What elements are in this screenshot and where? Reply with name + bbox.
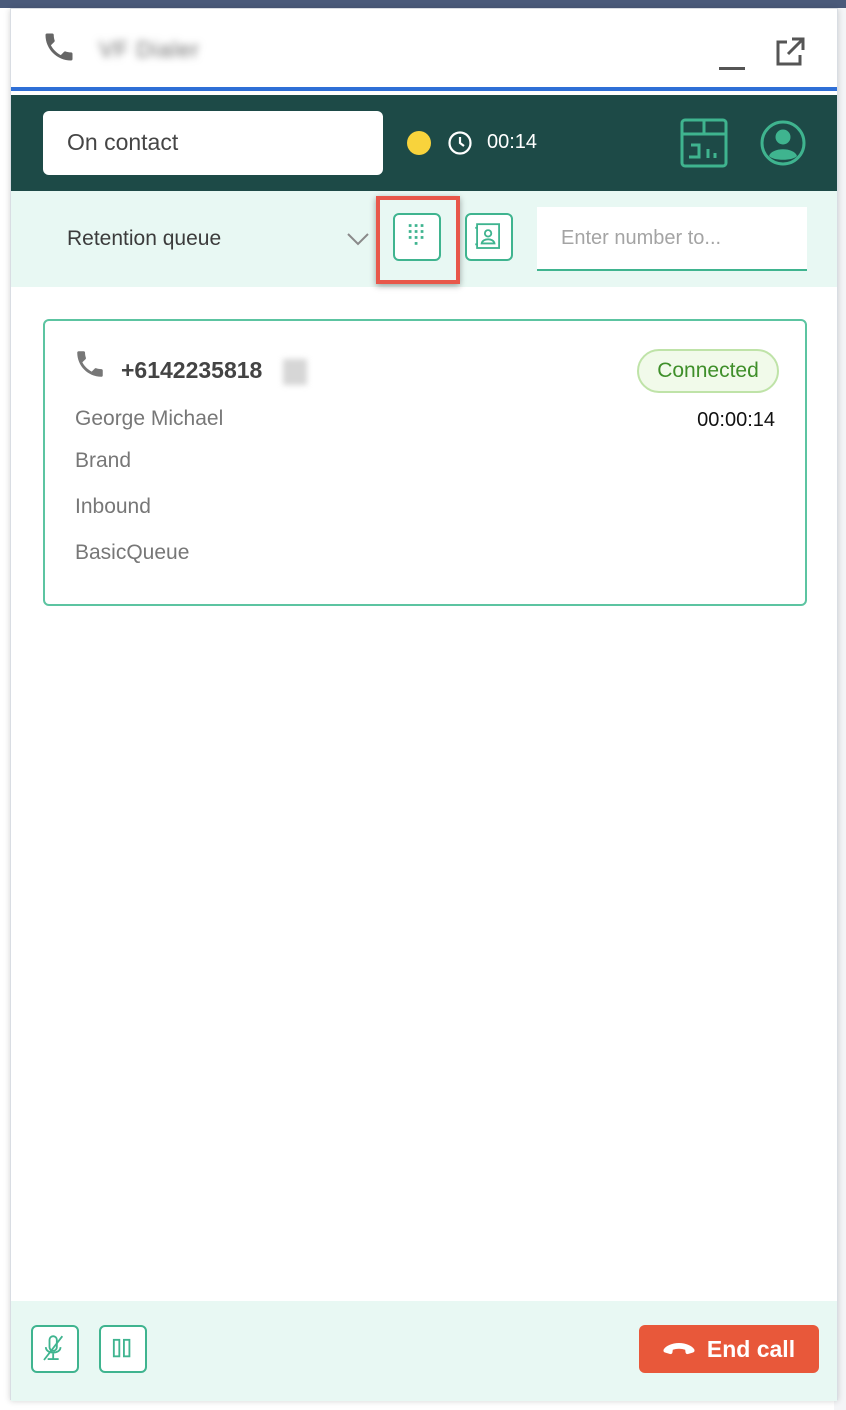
status-indicator-dot: [407, 131, 431, 155]
end-call-label: End call: [706, 1335, 796, 1362]
contacts-button[interactable]: [465, 213, 513, 261]
clock-icon: [448, 131, 472, 155]
contact-queue: BasicQueue: [75, 541, 190, 564]
minimize-icon[interactable]: [717, 43, 749, 75]
call-duration: 00:00:14: [697, 409, 775, 431]
mute-button[interactable]: [31, 1325, 79, 1373]
keypad-button[interactable]: [393, 213, 441, 261]
call-controls-bar: End call: [11, 1301, 837, 1401]
title-bar: VF Dialer: [11, 9, 837, 91]
end-call-button[interactable]: End call: [639, 1325, 819, 1373]
number-input[interactable]: [537, 207, 807, 271]
microphone-muted-icon: [43, 1335, 64, 1361]
pause-icon: [112, 1338, 131, 1358]
queue-bar: Retention queue: [11, 191, 837, 287]
keypad-icon: [408, 224, 424, 245]
background-topbar: [0, 0, 846, 8]
dialer-title: VF Dialer: [99, 37, 200, 62]
queue-select[interactable]: Retention queue: [67, 227, 221, 251]
contact-card[interactable]: +6142235818 Connected 00:00:14 George Mi…: [43, 319, 807, 606]
chevron-down-icon[interactable]: [345, 229, 371, 249]
status-badge: Connected: [637, 349, 779, 393]
agent-state-select[interactable]: On contact: [43, 111, 383, 175]
contact-direction: Inbound: [75, 495, 151, 518]
user-profile-icon[interactable]: [759, 119, 807, 167]
contact-book-icon: [475, 223, 500, 249]
contact-name: George Michael: [75, 407, 224, 430]
dialer-widget: VF Dialer On contact 00:14 Retention que…: [10, 8, 838, 1401]
agent-status-bar: On contact 00:14: [11, 95, 837, 191]
redacted-digits: [283, 359, 307, 385]
phone-icon: [77, 351, 103, 377]
hold-button[interactable]: [99, 1325, 147, 1373]
phone-icon: [45, 33, 73, 61]
status-timer: 00:14: [487, 131, 538, 153]
popout-icon[interactable]: [773, 35, 807, 69]
report-icon[interactable]: [679, 117, 729, 169]
hangup-icon: [663, 1343, 695, 1355]
contact-phone-number: +6142235818: [121, 357, 263, 383]
contact-brand: Brand: [75, 449, 132, 472]
